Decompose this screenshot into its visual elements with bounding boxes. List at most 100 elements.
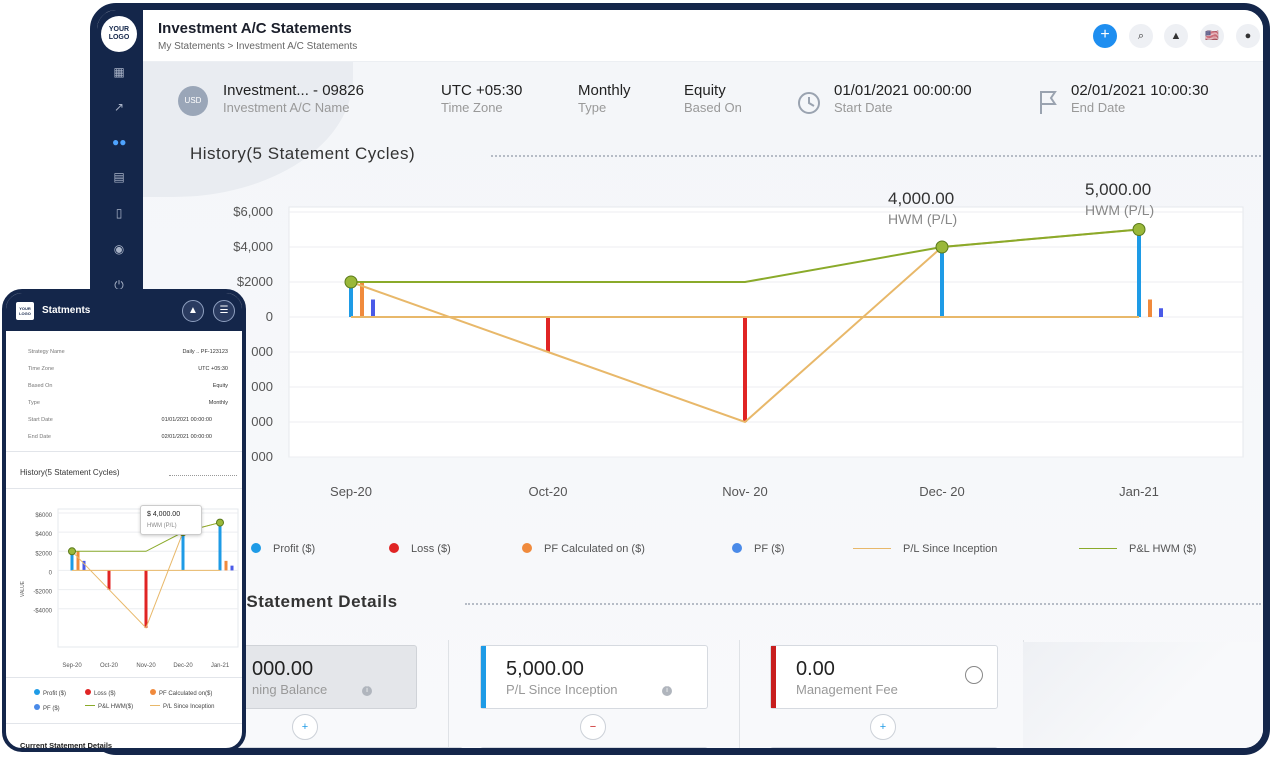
bar-loss xyxy=(144,570,148,628)
legend-label: P/L Since Inception xyxy=(903,543,998,555)
mobile-legend-pl-hwm[interactable]: P&L HWM($) xyxy=(85,704,133,710)
mobile-legend-pl-since[interactable]: P/L Since Inception xyxy=(150,704,214,710)
row-label: Type xyxy=(28,400,40,406)
hwm-marker xyxy=(935,240,949,254)
page-title: Investment A/C Statements xyxy=(158,20,352,37)
legend-line xyxy=(853,548,891,549)
card-accent xyxy=(771,748,776,755)
y-tick-label: $6,000 xyxy=(233,204,273,219)
mobile-history-chart: $6000 $4000 $2000 0 -$2000 -$4000 Sep-20 Oct-20… xyxy=(20,508,239,669)
divider xyxy=(6,723,242,724)
mobile-info-panel: Strategy Name Daily .. PF-123123 Time Zon… xyxy=(12,339,242,449)
y-tick-label: 000 xyxy=(251,379,273,394)
account-icon[interactable]: ◉ xyxy=(112,242,126,256)
mobile-logo[interactable]: YOUR LOGO xyxy=(16,302,34,320)
x-tick-label: Dec- 20 xyxy=(919,484,965,499)
bar-profit xyxy=(218,522,222,571)
bell-icon[interactable]: ▲ xyxy=(182,300,204,322)
legend-pf[interactable]: PF ($) xyxy=(732,543,785,555)
legend-dot xyxy=(34,689,40,695)
y-axis-label: VALUE xyxy=(20,580,26,597)
app-logo[interactable]: YOUR LOGO xyxy=(101,16,137,52)
language-flag-icon[interactable]: 🇺🇸 xyxy=(1200,24,1224,48)
dashboard-icon[interactable]: ▦ xyxy=(112,65,126,79)
breadcrumb[interactable]: My Statements > Investment A/C Statement… xyxy=(158,41,357,52)
legend-label: Loss ($) xyxy=(411,543,451,555)
chart-tooltip: $ 4,000.00 HWM (P/L) xyxy=(140,505,202,535)
mobile-history-title: History(5 Statement Cycles) xyxy=(20,468,120,477)
bar-pfcalculatedon xyxy=(76,551,80,571)
legend-profit[interactable]: Profit ($) xyxy=(251,543,315,555)
mobile-legend-loss[interactable]: Loss ($) xyxy=(85,689,116,697)
legend-pl-hwm[interactable]: P&L HWM ($) xyxy=(1079,543,1196,555)
legend-label: PF Calculated on ($) xyxy=(544,543,645,555)
mobile-legend-profit[interactable]: Profit ($) xyxy=(34,689,66,697)
search-icon[interactable]: ⌕ xyxy=(1129,24,1153,48)
users-icon[interactable]: ●● xyxy=(112,135,127,149)
y-tick-label: 0 xyxy=(266,309,273,324)
wallet-icon[interactable]: ▤ xyxy=(112,170,126,184)
user-icon[interactable]: ● xyxy=(1236,24,1260,48)
divider xyxy=(739,640,740,748)
details-title: t Statement Details xyxy=(235,592,398,611)
gauge-icon[interactable] xyxy=(965,666,983,684)
x-tick-label: Oct-20 xyxy=(100,663,119,669)
plot-area xyxy=(288,206,1244,458)
legend-line xyxy=(1079,548,1117,549)
annotation-label: HWM (P/L) xyxy=(1085,202,1154,218)
document-icon[interactable]: ▯ xyxy=(112,206,126,220)
legend-label: P/L Since Inception xyxy=(163,704,215,710)
row-value: Monthly xyxy=(208,400,228,406)
bar-pf xyxy=(371,299,375,317)
y-tick-label: 000 xyxy=(251,344,273,359)
x-tick-label: Sep-20 xyxy=(330,484,372,499)
legend-loss[interactable]: Loss ($) xyxy=(389,543,451,555)
row-value: Equity xyxy=(212,383,228,389)
hwm-marker xyxy=(216,518,224,527)
y-tick-label: $4000 xyxy=(35,532,52,538)
card-value: 0.00 xyxy=(796,658,835,680)
legend-label: PF Calculated on($) xyxy=(159,691,213,697)
add-button[interactable]: + xyxy=(1093,24,1117,48)
mobile-row: Time Zone UTC +05:30 xyxy=(28,366,228,372)
mobile-legend-pf[interactable]: PF ($) xyxy=(34,704,60,712)
annotation-value: 4,000.00 xyxy=(888,189,954,208)
card-label: Management Fee xyxy=(796,682,898,697)
row-value: 01/01/2021 00:00:00 xyxy=(161,417,212,423)
bell-icon[interactable]: ▲ xyxy=(1164,24,1188,48)
legend-label: P&L HWM ($) xyxy=(1129,543,1197,555)
y-tick-label: $2000 xyxy=(237,274,273,289)
menu-icon[interactable]: ☰ xyxy=(213,300,235,322)
x-tick-label: Oct-20 xyxy=(528,484,567,499)
divider xyxy=(6,677,242,678)
row-label: End Date xyxy=(28,434,51,440)
annotation-value: 5,000.00 xyxy=(1085,180,1151,199)
row-label: Based On xyxy=(28,383,53,389)
mobile-row: Strategy Name Daily .. PF-123123 xyxy=(28,349,228,355)
bar-profit xyxy=(181,532,185,571)
legend-dot xyxy=(85,689,91,695)
chart-icon[interactable]: ↗ xyxy=(112,100,126,114)
x-tick-label: Dec-20 xyxy=(173,663,193,669)
legend-pl-since-inception[interactable]: P/L Since Inception xyxy=(853,543,997,555)
bar-profit xyxy=(940,247,944,317)
bar-loss xyxy=(743,317,747,422)
legend-pf-calculated[interactable]: PF Calculated on ($) xyxy=(522,543,645,555)
mobile-legend-pf-calculated[interactable]: PF Calculated on($) xyxy=(150,689,212,697)
bar-pf xyxy=(230,565,234,571)
plus-icon[interactable]: + xyxy=(870,714,896,740)
main-content: USD Investment... - 09826 Investment A/C… xyxy=(143,62,1263,748)
y-tick-label: 000 xyxy=(251,449,273,464)
bar-loss xyxy=(107,570,111,590)
x-tick-label: Jan-21 xyxy=(1119,484,1159,499)
y-tick-label: $4,000 xyxy=(233,239,273,254)
minus-icon[interactable]: − xyxy=(580,714,606,740)
mobile-title: Statments xyxy=(42,305,91,316)
info-icon[interactable]: i xyxy=(362,686,372,696)
mobile-header: YOUR LOGO Statments ▲ ☰ xyxy=(6,293,242,331)
mobile-footer-title: Current Statement Details xyxy=(20,741,113,750)
legend-dot xyxy=(34,704,40,710)
info-icon[interactable]: i xyxy=(662,686,672,696)
plus-icon[interactable]: + xyxy=(292,714,318,740)
y-tick-label: 0 xyxy=(49,570,53,576)
